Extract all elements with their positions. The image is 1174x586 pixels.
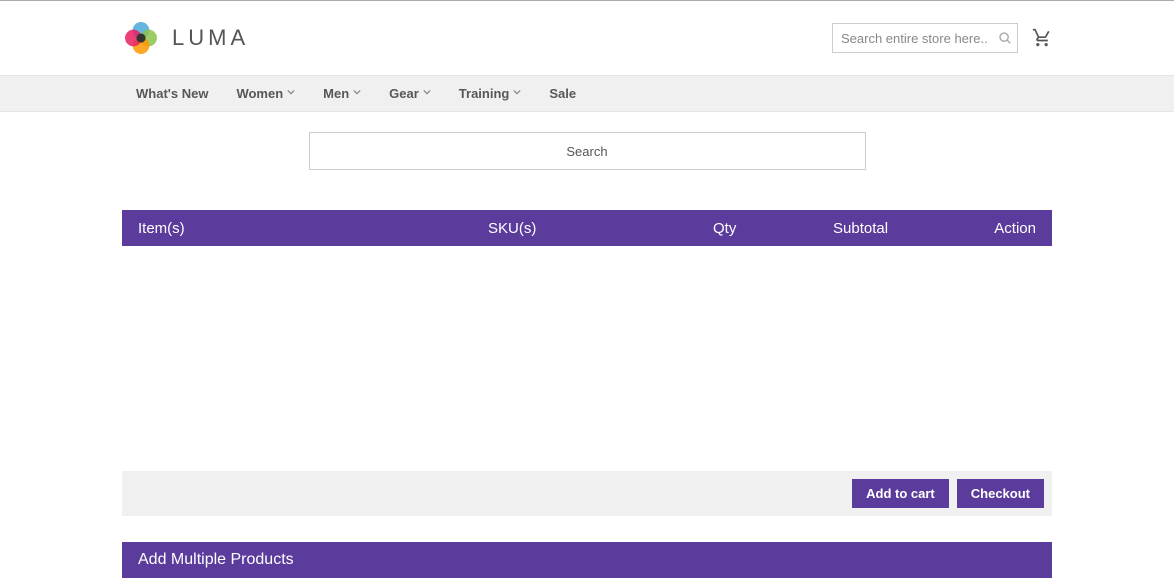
nav-item-label: Sale	[549, 86, 576, 101]
action-bar: Add to cart Checkout	[122, 471, 1052, 516]
chevron-down-icon	[287, 88, 295, 99]
checkout-button[interactable]: Checkout	[957, 479, 1044, 508]
nav-item-training[interactable]: Training	[445, 76, 536, 111]
chevron-down-icon	[423, 88, 431, 99]
nav-item-label: Gear	[389, 86, 419, 101]
table-header: Item(s) SKU(s) Qty Subtotal Action	[122, 210, 1052, 246]
column-header-qty: Qty	[713, 220, 833, 237]
cart-icon[interactable]	[1032, 28, 1052, 48]
header-search-input[interactable]	[832, 23, 1018, 53]
search-icon[interactable]	[998, 31, 1012, 45]
nav-item-men[interactable]: Men	[309, 76, 375, 111]
center-search-input[interactable]	[310, 133, 865, 169]
center-search	[309, 132, 866, 170]
main-nav: What's New Women Men Gear Training Sale	[0, 75, 1174, 112]
nav-item-women[interactable]: Women	[222, 76, 309, 111]
table-body	[122, 246, 1052, 471]
column-header-subtotal: Subtotal	[833, 220, 953, 237]
nav-item-sale[interactable]: Sale	[535, 76, 590, 111]
nav-item-label: What's New	[136, 86, 208, 101]
section-add-multiple-products-label: Add Multiple Products	[138, 551, 294, 569]
logo-icon	[122, 19, 160, 57]
column-header-action: Action	[953, 220, 1036, 237]
nav-item-label: Women	[236, 86, 283, 101]
add-to-cart-button[interactable]: Add to cart	[852, 479, 949, 508]
chevron-down-icon	[353, 88, 361, 99]
header-search	[832, 23, 1018, 53]
nav-item-what-s-new[interactable]: What's New	[122, 76, 222, 111]
logo[interactable]: LUMA	[122, 19, 249, 57]
column-header-items: Item(s)	[138, 220, 488, 237]
nav-item-gear[interactable]: Gear	[375, 76, 445, 111]
logo-text: LUMA	[172, 25, 249, 51]
chevron-down-icon	[513, 88, 521, 99]
section-add-multiple-products: Add Multiple Products	[122, 542, 1052, 578]
column-header-sku: SKU(s)	[488, 220, 713, 237]
nav-item-label: Men	[323, 86, 349, 101]
nav-item-label: Training	[459, 86, 510, 101]
